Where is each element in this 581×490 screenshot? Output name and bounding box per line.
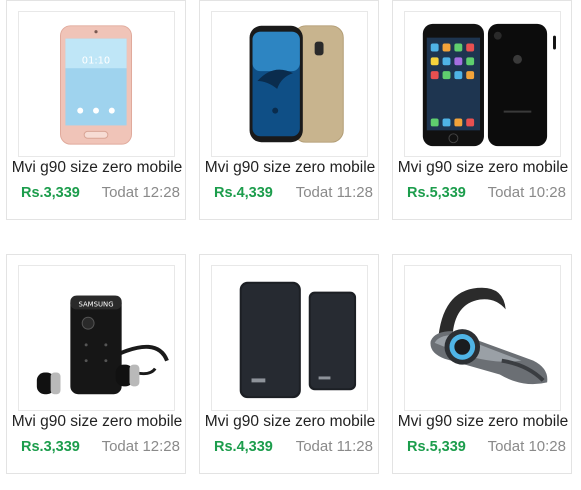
product-price: Rs.5,339: [407, 439, 466, 455]
product-card[interactable]: Mvi g90 size zero mobile Rs.4,339 Todat …: [199, 0, 379, 220]
product-posted-time: Todat 11:28: [295, 438, 373, 455]
product-price: Rs.4,339: [214, 185, 273, 201]
product-price: Rs.5,339: [407, 185, 466, 201]
product-card[interactable]: Mvi g90 size zero mobile Rs.4,339 Todat …: [199, 254, 379, 474]
product-price: Rs.4,339: [214, 439, 273, 455]
product-title[interactable]: Mvi g90 size zero mobile: [200, 159, 380, 177]
product-card[interactable]: Mvi g90 size zero mobile Rs.5,339 Todat …: [392, 254, 572, 474]
gold-phone-image: [249, 25, 344, 143]
product-image-bluetooth-earpiece[interactable]: [404, 265, 561, 411]
product-image-gold-phone[interactable]: [211, 11, 368, 157]
product-title[interactable]: Mvi g90 size zero mobile: [7, 159, 187, 177]
iphone-image: [422, 23, 556, 147]
product-image-black-iphone[interactable]: [404, 11, 561, 157]
product-image-power-banks[interactable]: [211, 265, 368, 411]
product-title[interactable]: Mvi g90 size zero mobile: [7, 413, 187, 431]
product-title[interactable]: Mvi g90 size zero mobile: [393, 413, 573, 431]
product-card[interactable]: SAMSUNG Mvi g90 size zero mobile Rs.3,33…: [6, 254, 186, 474]
product-posted-time: Todat 11:28: [295, 184, 373, 201]
power-bank-image: [239, 281, 357, 399]
product-title[interactable]: Mvi g90 size zero mobile: [393, 159, 573, 177]
product-posted-time: Todat 10:28: [487, 438, 566, 455]
pink-phone-image: 01:10: [60, 25, 133, 145]
earpiece-image: [430, 287, 548, 385]
samsung-headset-image: SAMSUNG: [36, 295, 169, 395]
product-posted-time: Todat 10:28: [487, 184, 566, 201]
product-posted-time: Todat 12:28: [101, 438, 180, 455]
product-image-samsung-headset[interactable]: SAMSUNG: [18, 265, 175, 411]
product-card[interactable]: 01:10 Mvi g90 size zero mobile Rs.3,339 …: [6, 0, 186, 220]
samsung-brand-text: SAMSUNG: [78, 300, 113, 308]
product-image-pink-phone[interactable]: 01:10: [18, 11, 175, 157]
product-card[interactable]: Mvi g90 size zero mobile Rs.5,339 Todat …: [392, 0, 572, 220]
svg-text:01:10: 01:10: [82, 55, 110, 66]
product-price: Rs.3,339: [21, 439, 80, 455]
product-title[interactable]: Mvi g90 size zero mobile: [200, 413, 380, 431]
product-posted-time: Todat 12:28: [101, 184, 180, 201]
product-price: Rs.3,339: [21, 185, 80, 201]
